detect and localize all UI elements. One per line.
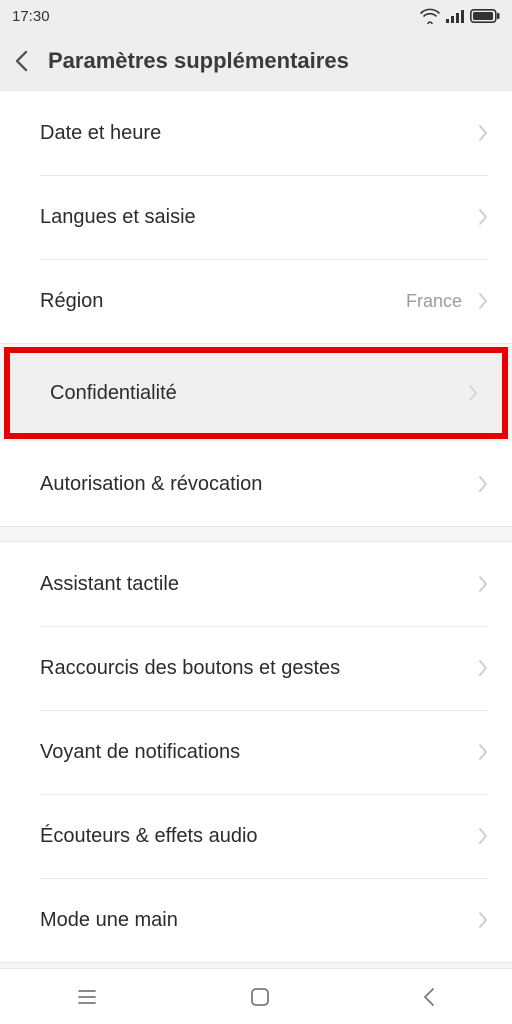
wifi-icon bbox=[420, 8, 440, 24]
chevron-right-icon bbox=[468, 384, 478, 402]
chevron-right-icon bbox=[478, 911, 488, 929]
header: Paramètres supplémentaires bbox=[0, 32, 512, 90]
page-title: Paramètres supplémentaires bbox=[48, 48, 349, 74]
battery-icon bbox=[470, 9, 500, 23]
row-value: France bbox=[406, 291, 462, 312]
status-time: 17:30 bbox=[12, 8, 50, 25]
row-date-time[interactable]: Date et heure bbox=[0, 91, 512, 175]
chevron-right-icon bbox=[478, 743, 488, 761]
status-bar: 17:30 bbox=[0, 0, 512, 32]
status-icons bbox=[420, 8, 500, 24]
chevron-right-icon bbox=[478, 575, 488, 593]
back-nav-icon[interactable] bbox=[421, 986, 437, 1008]
row-label: Écouteurs & effets audio bbox=[40, 825, 478, 848]
settings-list: Date et heure Langues et saisie Région F… bbox=[0, 90, 512, 963]
group-privacy-lower: Autorisation & révocation bbox=[0, 442, 512, 527]
group-input-assist: Assistant tactile Raccourcis des boutons… bbox=[0, 541, 512, 963]
row-headphones-audio[interactable]: Écouteurs & effets audio bbox=[0, 794, 512, 878]
back-icon[interactable] bbox=[14, 50, 30, 72]
chevron-right-icon bbox=[478, 475, 488, 493]
row-region[interactable]: Région France bbox=[0, 259, 512, 343]
group-general: Date et heure Langues et saisie Région F… bbox=[0, 90, 512, 344]
row-label: Date et heure bbox=[40, 122, 478, 145]
chevron-right-icon bbox=[478, 208, 488, 226]
signal-icon bbox=[446, 9, 464, 23]
row-button-shortcuts[interactable]: Raccourcis des boutons et gestes bbox=[0, 626, 512, 710]
row-label: Autorisation & révocation bbox=[40, 473, 478, 496]
home-icon[interactable] bbox=[249, 986, 271, 1008]
row-label: Langues et saisie bbox=[40, 206, 478, 229]
highlight-annotation: Confidentialité bbox=[0, 344, 512, 442]
row-privacy[interactable]: Confidentialité bbox=[10, 353, 502, 433]
row-label: Voyant de notifications bbox=[40, 741, 478, 764]
navigation-bar bbox=[0, 968, 512, 1024]
row-quickball[interactable]: Assistant tactile bbox=[0, 542, 512, 626]
chevron-right-icon bbox=[478, 292, 488, 310]
row-label: Région bbox=[40, 290, 406, 313]
row-label: Mode une main bbox=[40, 909, 478, 932]
chevron-right-icon bbox=[478, 827, 488, 845]
row-label: Assistant tactile bbox=[40, 573, 478, 596]
row-languages-input[interactable]: Langues et saisie bbox=[0, 175, 512, 259]
chevron-right-icon bbox=[478, 124, 488, 142]
row-label: Confidentialité bbox=[50, 382, 468, 405]
row-one-handed-mode[interactable]: Mode une main bbox=[0, 878, 512, 962]
row-label: Raccourcis des boutons et gestes bbox=[40, 657, 478, 680]
row-notification-light[interactable]: Voyant de notifications bbox=[0, 710, 512, 794]
chevron-right-icon bbox=[478, 659, 488, 677]
recents-icon[interactable] bbox=[75, 987, 99, 1007]
row-authorization[interactable]: Autorisation & révocation bbox=[0, 442, 512, 526]
